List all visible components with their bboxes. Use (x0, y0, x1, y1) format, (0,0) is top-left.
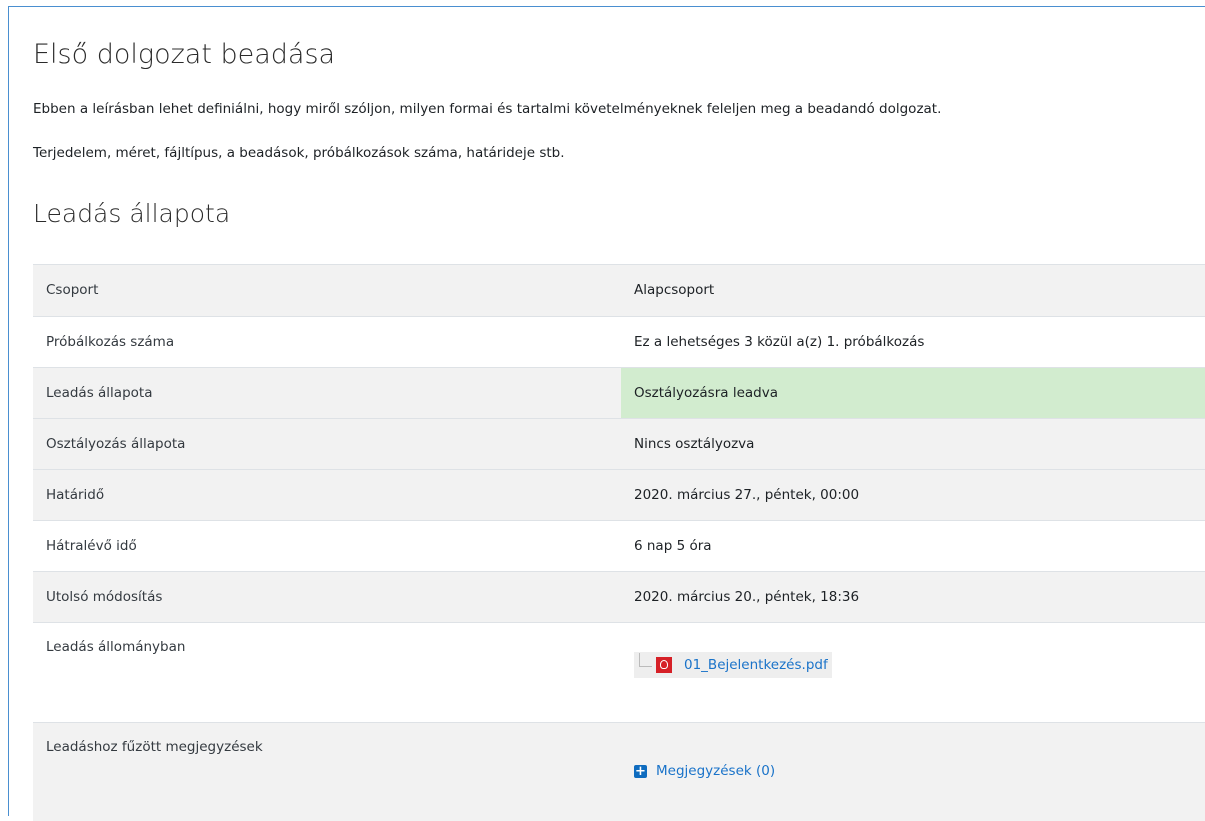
time-remaining-value: 6 nap 5 óra (634, 538, 712, 554)
comments-link[interactable]: Megjegyzések (0) (656, 761, 775, 781)
group-label: Csoport (46, 282, 98, 298)
time-remaining-label: Hátralévő idő (46, 538, 137, 554)
row-label: Határidő (33, 470, 621, 521)
row-value: + Megjegyzések (0) (621, 723, 1205, 821)
last-modified-value: 2020. március 20., péntek, 18:36 (634, 589, 859, 605)
row-value: 2020. március 20., péntek, 18:36 (621, 572, 1205, 623)
frame-top-border (8, 6, 1205, 7)
submitted-file-link[interactable]: 01_Bejelentkezés.pdf (684, 652, 828, 678)
last-modified-label: Utolsó módosítás (46, 589, 162, 605)
row-value: 01_Bejelentkezés.pdf (621, 623, 1205, 723)
attempt-label: Próbálkozás száma (46, 334, 174, 350)
submission-status-heading: Leadás állapota (33, 198, 230, 230)
file-submissions-label: Leadás állományban (46, 639, 185, 655)
row-label: Leadás állapota (33, 368, 621, 419)
assignment-description: Ebben a leírásban lehet definiálni, hogy… (33, 99, 941, 119)
grading-status-value: Nincs osztályozva (634, 436, 754, 452)
table-row-group: Csoport Alapcsoport (33, 265, 1205, 317)
row-value: 6 nap 5 óra (621, 521, 1205, 572)
table-row-submission-comments: Leadáshoz fűzött megjegyzések + Megjegyz… (33, 723, 1205, 821)
row-label: Hátralévő idő (33, 521, 621, 572)
file-tree-item: 01_Bejelentkezés.pdf (634, 652, 832, 678)
row-value: Osztályozásra leadva (621, 368, 1205, 419)
tree-connector-icon (639, 653, 652, 667)
due-date-label: Határidő (46, 487, 104, 503)
submission-status-table: Csoport Alapcsoport Próbálkozás száma Ez… (33, 264, 1205, 821)
attempt-value: Ez a lehetséges 3 közül a(z) 1. próbálko… (634, 334, 924, 350)
table-row-last-modified: Utolsó módosítás 2020. március 20., pént… (33, 572, 1205, 623)
row-label: Osztályozás állapota (33, 419, 621, 470)
row-value: Ez a lehetséges 3 közül a(z) 1. próbálko… (621, 317, 1205, 368)
page-title: Első dolgozat beadása (33, 38, 335, 72)
row-value: Nincs osztályozva (621, 419, 1205, 470)
submission-status-value: Osztályozásra leadva (634, 385, 778, 401)
frame-left-border (8, 6, 9, 816)
table-row-grading-status: Osztályozás állapota Nincs osztályozva (33, 419, 1205, 470)
grading-status-label: Osztályozás állapota (46, 436, 185, 452)
row-label: Leadás állományban (33, 623, 621, 723)
assignment-description-details: Terjedelem, méret, fájltípus, a beadások… (33, 143, 565, 163)
submission-status-label: Leadás állapota (46, 385, 152, 401)
due-date-value: 2020. március 27., péntek, 00:00 (634, 487, 859, 503)
table-row-due-date: Határidő 2020. március 27., péntek, 00:0… (33, 470, 1205, 521)
row-value: Alapcsoport (621, 265, 1205, 317)
row-label: Próbálkozás száma (33, 317, 621, 368)
row-value: 2020. március 27., péntek, 00:00 (621, 470, 1205, 521)
row-label: Utolsó módosítás (33, 572, 621, 623)
table-row-file-submissions: Leadás állományban 01_Bejelentkezés.pdf (33, 623, 1205, 723)
row-label: Csoport (33, 265, 621, 317)
comments-toggle[interactable]: + Megjegyzések (0) (634, 761, 775, 781)
plus-square-icon[interactable]: + (634, 765, 647, 778)
group-value: Alapcsoport (634, 282, 714, 298)
table-row-time-remaining: Hátralévő idő 6 nap 5 óra (33, 521, 1205, 572)
table-row-attempt: Próbálkozás száma Ez a lehetséges 3 közü… (33, 317, 1205, 368)
table-row-submission-status: Leadás állapota Osztályozásra leadva (33, 368, 1205, 419)
submission-comments-label: Leadáshoz fűzött megjegyzések (46, 739, 263, 755)
row-label: Leadáshoz fűzött megjegyzések (33, 723, 621, 821)
pdf-icon (656, 657, 672, 673)
